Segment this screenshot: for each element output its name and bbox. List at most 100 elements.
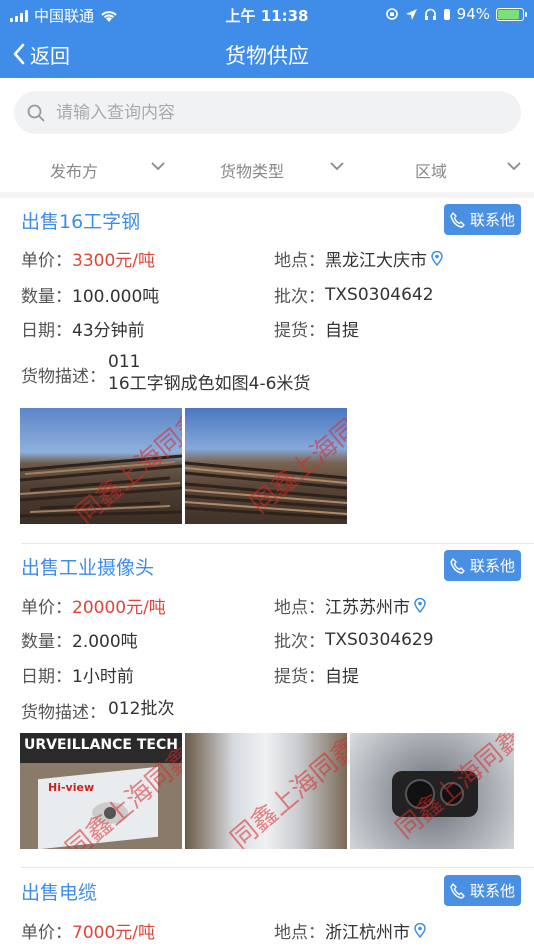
description-line: 011 bbox=[108, 352, 141, 372]
location-value: 黑龙江大庆市 bbox=[325, 251, 427, 271]
location-field: 地点： 江苏苏州市 bbox=[274, 593, 426, 618]
pickup-value: 自提 bbox=[325, 667, 359, 687]
map-pin-icon[interactable] bbox=[414, 923, 426, 938]
alarm-icon bbox=[443, 8, 450, 20]
listing-card[interactable]: 出售工业摄像头 联系他 单价： 20000元/吨 地点： 江苏苏州市 数量： 2.00… bbox=[0, 545, 534, 867]
product-photo[interactable]: 同鑫上海同鑫 bbox=[185, 408, 347, 524]
quantity-label: 数量： bbox=[21, 632, 72, 652]
listing-title[interactable]: 出售电缆 bbox=[21, 878, 97, 905]
chevron-down-icon bbox=[330, 162, 344, 171]
battery-percent: 94% bbox=[456, 5, 490, 23]
batch-label: 批次： bbox=[274, 287, 325, 307]
quantity-field: 数量： 2.000吨 bbox=[21, 627, 138, 652]
date-label: 日期： bbox=[21, 321, 72, 341]
filter-bar: 发布方 货物类型 区域 bbox=[0, 148, 534, 192]
location-value: 江苏苏州市 bbox=[325, 598, 410, 618]
description-line: 16工字钢成色如图4-6米货 bbox=[108, 374, 311, 394]
back-label: 返回 bbox=[30, 43, 70, 68]
chevron-left-icon bbox=[13, 43, 25, 65]
listing-title[interactable]: 出售工业摄像头 bbox=[21, 553, 154, 580]
filter-publisher[interactable]: 发布方 bbox=[50, 158, 165, 182]
quantity-field: 数量： 100.000吨 bbox=[21, 282, 159, 307]
status-bar: 中国联通 上午 11:38 94% bbox=[0, 0, 534, 30]
page-title: 货物供应 bbox=[225, 44, 309, 68]
location-field: 地点： 黑龙江大庆市 bbox=[274, 246, 443, 271]
contact-label: 联系他 bbox=[469, 882, 515, 900]
location-field: 地点： 浙江杭州市 bbox=[274, 918, 426, 943]
price-value: 3300元/吨 bbox=[72, 251, 155, 271]
contact-label: 联系他 bbox=[469, 557, 515, 575]
contact-button[interactable]: 联系他 bbox=[444, 204, 521, 235]
chevron-down-icon bbox=[151, 162, 165, 171]
pickup-field: 提货： 自提 bbox=[274, 316, 359, 341]
pickup-value: 自提 bbox=[325, 321, 359, 341]
phone-icon bbox=[450, 211, 465, 228]
price-value: 7000元/吨 bbox=[72, 923, 155, 943]
box-label: URVEILLANCE TECH bbox=[24, 737, 178, 753]
product-photo[interactable]: 同鑫上海同鑫 bbox=[20, 408, 182, 524]
map-pin-icon[interactable] bbox=[431, 251, 443, 266]
batch-value: TXS0304629 bbox=[325, 629, 434, 650]
price-label: 单价： bbox=[21, 598, 72, 618]
location-arrow-icon bbox=[405, 8, 417, 20]
status-left: 中国联通 bbox=[10, 5, 118, 26]
pickup-label: 提货： bbox=[274, 321, 325, 341]
search-bar[interactable] bbox=[14, 91, 521, 134]
contact-label: 联系他 bbox=[469, 211, 515, 229]
filter-region[interactable]: 区域 bbox=[415, 158, 521, 182]
date-value: 43分钟前 bbox=[72, 321, 145, 341]
date-label: 日期： bbox=[21, 667, 72, 687]
description-label: 货物描述： bbox=[21, 367, 106, 387]
filter-cargo-type[interactable]: 货物类型 bbox=[220, 158, 344, 182]
description-label: 货物描述： bbox=[21, 703, 106, 723]
contact-button[interactable]: 联系他 bbox=[444, 550, 521, 581]
price-label: 单价： bbox=[21, 251, 72, 271]
price-value: 20000元/吨 bbox=[72, 598, 166, 618]
quantity-value: 2.000吨 bbox=[72, 632, 138, 652]
carrier-label: 中国联通 bbox=[34, 7, 95, 25]
wifi-icon bbox=[101, 10, 117, 22]
signal-icon bbox=[10, 9, 28, 22]
batch-value: TXS0304642 bbox=[325, 284, 434, 305]
battery-icon bbox=[496, 7, 527, 21]
price-field: 单价： 20000元/吨 bbox=[21, 593, 166, 618]
contact-button[interactable]: 联系他 bbox=[444, 875, 521, 906]
date-field: 日期： 43分钟前 bbox=[21, 316, 145, 341]
price-field: 单价： 7000元/吨 bbox=[21, 918, 155, 943]
location-value: 浙江杭州市 bbox=[325, 923, 410, 943]
map-pin-icon[interactable] bbox=[414, 598, 426, 613]
product-photo[interactable]: 同鑫上海同鑫 bbox=[185, 733, 347, 849]
date-field: 日期： 1小时前 bbox=[21, 662, 134, 687]
description-line: 012批次 bbox=[108, 699, 175, 719]
description-text: 011 16工字钢成色如图4-6米货 bbox=[108, 351, 310, 395]
quantity-label: 数量： bbox=[21, 287, 72, 307]
card-separator bbox=[21, 867, 534, 868]
listing-title[interactable]: 出售16工字钢 bbox=[21, 207, 140, 234]
orientation-lock-icon bbox=[385, 8, 398, 20]
location-label: 地点： bbox=[274, 251, 325, 271]
price-label: 单价： bbox=[21, 923, 72, 943]
date-value: 1小时前 bbox=[72, 667, 134, 687]
status-right: 94% bbox=[385, 5, 527, 23]
listing-card[interactable]: 出售电缆 联系他 单价： 7000元/吨 地点： 浙江杭州市 bbox=[0, 869, 534, 950]
batch-field: 批次： TXS0304642 bbox=[274, 282, 434, 308]
location-label: 地点： bbox=[274, 598, 325, 618]
brand-label: Hi-view bbox=[48, 781, 95, 794]
quantity-value: 100.000吨 bbox=[72, 287, 160, 307]
product-photo[interactable]: URVEILLANCE TECH Hi-view 同鑫上海同鑫 bbox=[20, 733, 182, 849]
description-text: 012批次 bbox=[108, 698, 174, 720]
card-separator bbox=[21, 543, 534, 544]
price-field: 单价： 3300元/吨 bbox=[21, 246, 155, 271]
filter-cargo-type-label: 货物类型 bbox=[220, 162, 285, 181]
product-photo[interactable]: 同鑫上海同鑫 bbox=[350, 733, 514, 849]
search-input[interactable] bbox=[56, 102, 496, 123]
filter-publisher-label: 发布方 bbox=[50, 162, 99, 181]
back-button[interactable]: 返回 bbox=[12, 38, 70, 70]
phone-icon bbox=[450, 557, 465, 574]
chevron-down-icon bbox=[507, 162, 521, 171]
filter-region-label: 区域 bbox=[415, 162, 448, 181]
batch-field: 批次： TXS0304629 bbox=[274, 627, 434, 653]
listing-card[interactable]: 出售16工字钢 联系他 单价： 3300元/吨 地点： 黑龙江大庆市 数量： 100.… bbox=[0, 198, 534, 543]
search-icon bbox=[27, 104, 45, 121]
location-label: 地点： bbox=[274, 923, 325, 943]
